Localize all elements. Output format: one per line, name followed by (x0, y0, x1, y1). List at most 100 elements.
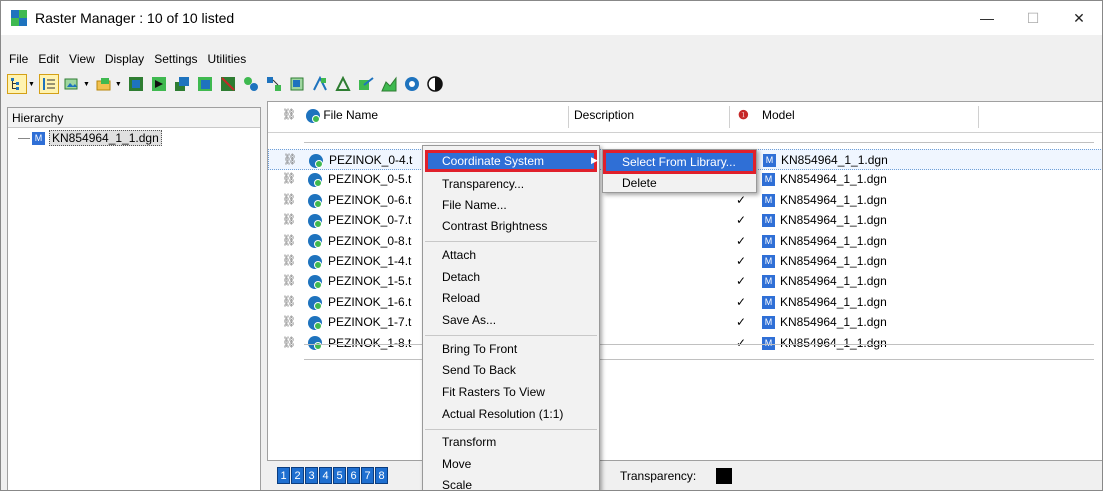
view-button-7[interactable]: 7 (361, 467, 374, 484)
layer-icon[interactable] (172, 74, 192, 94)
list-view-icon[interactable] (38, 74, 59, 94)
open-icon[interactable] (94, 74, 114, 94)
view-button-6[interactable]: 6 (347, 467, 360, 484)
menu-item-transparency[interactable]: Transparency... (442, 174, 524, 195)
detach-icon[interactable] (218, 74, 238, 94)
maximize-button[interactable]: ☐ (1010, 1, 1056, 35)
file-name-cell[interactable]: PEZINOK_1-5.t (328, 274, 411, 288)
file-name-cell[interactable]: PEZINOK_1-6.t (328, 295, 411, 309)
file-name-cell[interactable]: PEZINOK_0-8.t (328, 234, 411, 248)
menu-utilities[interactable]: Utilities (208, 52, 247, 66)
model-cell[interactable]: KN854964_1_1.dgn (780, 254, 887, 268)
image-icon[interactable] (195, 74, 215, 94)
display-check-icon[interactable]: ✓ (736, 234, 746, 248)
model-cell[interactable]: KN854964_1_1.dgn (780, 295, 887, 309)
table-row[interactable]: ⛓ PEZINOK_1-4.t ✓ M KN854964_1_1.dgn (268, 251, 1102, 272)
menu-item-reload[interactable]: Reload (442, 288, 480, 309)
close-button[interactable]: ✕ (1056, 1, 1102, 35)
warp-icon[interactable] (310, 74, 330, 94)
model-cell[interactable]: KN854964_1_1.dgn (780, 315, 887, 329)
file-name-cell[interactable]: PEZINOK_0-7.t (328, 213, 411, 227)
file-name-cell[interactable]: PEZINOK_0-5.t (328, 172, 411, 186)
menu-item-send-to-back[interactable]: Send To Back (442, 360, 516, 381)
menu-item-contrast-brightness[interactable]: Contrast Brightness (442, 216, 547, 237)
menu-item-fit-rasters-to-view[interactable]: Fit Rasters To View (442, 382, 545, 403)
raster-manager-app-icon (11, 10, 27, 26)
column-model[interactable]: Model (762, 108, 795, 122)
polygon-icon[interactable] (356, 74, 376, 94)
table-row[interactable]: ⛓ PEZINOK_0-8.t ✓ M KN854964_1_1.dgn (268, 231, 1102, 252)
pen-icon[interactable] (333, 74, 353, 94)
dropdown-arrow-icon[interactable]: ▼ (115, 81, 122, 88)
menu-item-save-as[interactable]: Save As... (442, 310, 496, 331)
file-name-cell[interactable]: PEZINOK_0-6.t (328, 193, 411, 207)
table-row[interactable]: ⛓ PEZINOK_1-5.t ✓ M KN854964_1_1.dgn (268, 271, 1102, 292)
puzzle-icon[interactable] (241, 74, 261, 94)
menu-item-scale[interactable]: Scale (442, 475, 472, 490)
menu-edit[interactable]: Edit (38, 52, 59, 66)
menu-item-bring-to-front[interactable]: Bring To Front (442, 339, 517, 360)
menu-item-actual-resolution[interactable]: Actual Resolution (1:1) (442, 404, 563, 425)
model-cell[interactable]: KN854964_1_1.dgn (780, 336, 887, 350)
view-button-3[interactable]: 3 (305, 467, 318, 484)
display-check-icon[interactable]: ✓ (736, 254, 746, 268)
view-button-4[interactable]: 4 (319, 467, 332, 484)
model-cell[interactable]: KN854964_1_1.dgn (780, 234, 887, 248)
column-description[interactable]: Description (574, 108, 634, 122)
model-cell[interactable]: KN854964_1_1.dgn (780, 193, 887, 207)
display-check-icon[interactable]: ✓ (736, 336, 746, 350)
display-check-icon[interactable]: ✓ (736, 274, 746, 288)
menu-item-move[interactable]: Move (442, 454, 471, 475)
file-name-cell[interactable]: PEZINOK_1-7.t (328, 315, 411, 329)
menu-display[interactable]: Display (105, 52, 144, 66)
dropdown-arrow-icon[interactable]: ▼ (83, 81, 90, 88)
hierarchy-view-icon[interactable] (7, 74, 27, 94)
zoom-icon[interactable] (402, 74, 422, 94)
minimize-button[interactable]: — (964, 1, 1010, 35)
model-cell[interactable]: KN854964_1_1.dgn (780, 172, 887, 186)
menu-item-file-name[interactable]: File Name... (442, 195, 507, 216)
crop-icon[interactable] (287, 74, 307, 94)
attach-chain-icon: ⛓ (282, 295, 296, 308)
file-name-cell[interactable]: PEZINOK_1-4.t (328, 254, 411, 268)
column-file-name[interactable]: File Name (306, 108, 378, 123)
model-cell[interactable]: KN854964_1_1.dgn (780, 213, 887, 227)
file-name-cell[interactable]: PEZINOK_0-4.t (329, 153, 412, 167)
globe-icon (309, 153, 323, 168)
file-name-cell[interactable]: PEZINOK_1-8.t (328, 336, 411, 350)
contrast-icon[interactable] (425, 74, 445, 94)
table-row[interactable]: ⛓ PEZINOK_1-7.t ✓ M KN854964_1_1.dgn (268, 312, 1102, 333)
menu-item-select-from-library[interactable]: Select From Library... (622, 152, 736, 173)
menu-item-attach[interactable]: Attach (442, 245, 476, 266)
display-check-icon[interactable]: ✓ (736, 295, 746, 309)
menu-item-coordinate-system[interactable]: Coordinate System (442, 151, 544, 172)
model-cell[interactable]: KN854964_1_1.dgn (780, 274, 887, 288)
model-cell[interactable]: KN854964_1_1.dgn (781, 153, 888, 167)
save-icon[interactable] (126, 74, 146, 94)
view-button-2[interactable]: 2 (291, 467, 304, 484)
view-button-5[interactable]: 5 (333, 467, 346, 484)
attach-icon[interactable] (62, 74, 82, 94)
transparency-swatch[interactable] (716, 468, 732, 484)
view-button-1[interactable]: 1 (277, 467, 290, 484)
hierarchy-tree-item[interactable]: M KN854964_1_1.dgn (18, 130, 162, 146)
menu-item-transform[interactable]: Transform (442, 432, 496, 453)
tag-icon[interactable] (149, 74, 169, 94)
display-check-icon[interactable]: ✓ (736, 315, 746, 329)
display-check-icon[interactable]: ✓ (736, 193, 746, 207)
display-check-icon[interactable]: ✓ (736, 213, 746, 227)
table-row[interactable]: ⛓ PEZINOK_1-6.t ✓ M KN854964_1_1.dgn (268, 292, 1102, 313)
merge-icon[interactable] (264, 74, 284, 94)
display-status-icon[interactable]: ❶ (738, 108, 749, 122)
menu-view[interactable]: View (69, 52, 95, 66)
dropdown-arrow-icon[interactable]: ▼ (28, 81, 35, 88)
menu-file[interactable]: File (9, 52, 28, 66)
menu-item-delete[interactable]: Delete (622, 173, 657, 194)
table-row[interactable]: ⛓ PEZINOK_0-7.t ✓ M KN854964_1_1.dgn (268, 210, 1102, 231)
menu-settings[interactable]: Settings (154, 52, 197, 66)
view-button-8[interactable]: 8 (375, 467, 388, 484)
model-file-icon: M (762, 214, 775, 228)
hierarchy-item-label[interactable]: KN854964_1_1.dgn (49, 130, 162, 146)
menu-item-detach[interactable]: Detach (442, 267, 480, 288)
chart-icon[interactable] (379, 74, 399, 94)
